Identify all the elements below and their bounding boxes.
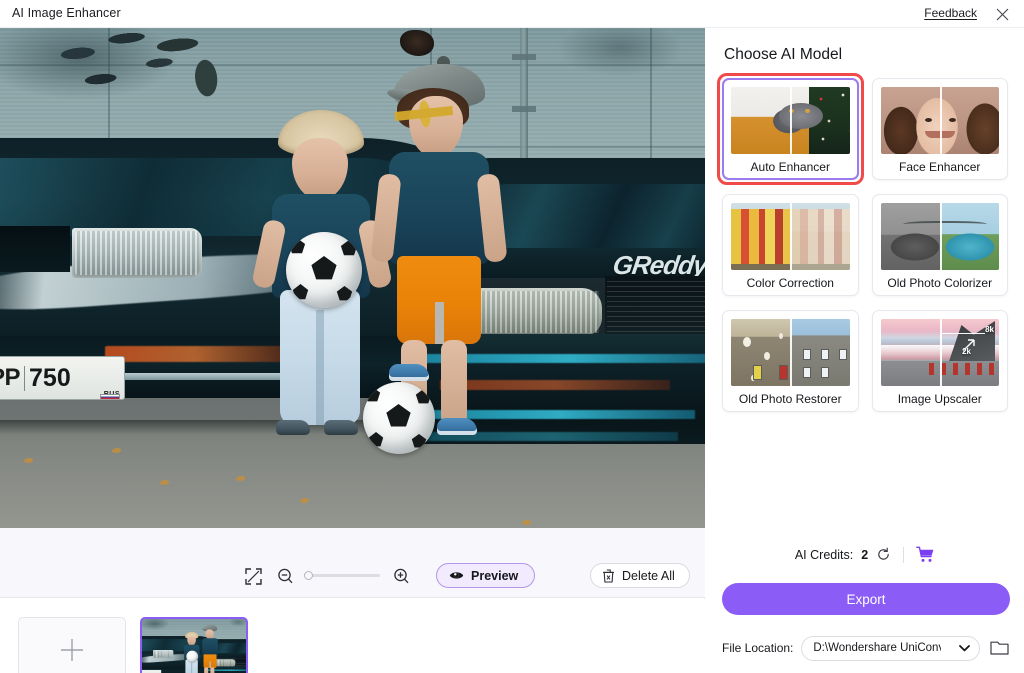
browse-folder-icon[interactable] bbox=[988, 637, 1010, 659]
drain-pipe bbox=[520, 28, 528, 168]
ai-model-panel: Choose AI Model Auto Enhancer Face Enhan… bbox=[706, 28, 1024, 673]
car-left-grille bbox=[0, 226, 70, 272]
file-location-label: File Location: bbox=[722, 641, 794, 655]
model-label-face-enhancer: Face Enhancer bbox=[899, 160, 981, 174]
model-card-image-upscaler[interactable]: 2k 8k Image Upscaler bbox=[871, 310, 1008, 412]
delete-all-button[interactable]: Delete All bbox=[590, 563, 690, 588]
license-plate: PP 750 RUS bbox=[0, 356, 125, 400]
zoom-slider-track[interactable] bbox=[308, 574, 380, 577]
model-thumb-auto-enhancer bbox=[731, 87, 850, 154]
model-thumb-color-correction bbox=[731, 203, 850, 270]
divider bbox=[903, 546, 905, 563]
pipe-bracket bbox=[512, 54, 536, 60]
refresh-icon[interactable] bbox=[876, 547, 891, 562]
model-label-auto-enhancer: Auto Enhancer bbox=[750, 160, 830, 174]
soccer-ball-held bbox=[286, 232, 362, 308]
model-card-auto-enhancer[interactable]: Auto Enhancer bbox=[717, 73, 863, 185]
panel-heading: Choose AI Model bbox=[724, 46, 843, 63]
model-grid: Auto Enhancer Face Enhancer Color Correc… bbox=[717, 73, 1008, 412]
zoom-slider-handle[interactable] bbox=[304, 571, 313, 580]
plate-flag bbox=[100, 394, 120, 399]
plus-icon bbox=[57, 635, 87, 665]
close-icon[interactable] bbox=[986, 3, 1018, 25]
trash-icon bbox=[602, 568, 615, 583]
delete-all-label: Delete All bbox=[622, 568, 675, 583]
upscaler-after-label: 8k bbox=[985, 325, 994, 334]
thumbnail-item-imported-photo[interactable] bbox=[140, 617, 248, 673]
export-button[interactable]: Export bbox=[722, 583, 1010, 615]
window-title: AI Image Enhancer bbox=[12, 6, 121, 20]
feedback-link[interactable]: Feedback bbox=[924, 6, 977, 20]
preview-photo: PP 750 RUS GReddy bbox=[0, 28, 705, 528]
wall-hole bbox=[400, 30, 434, 56]
file-location-select[interactable]: D:\Wondershare UniConv bbox=[801, 635, 980, 661]
model-thumb-face-enhancer bbox=[880, 87, 999, 154]
zoom-out-icon[interactable] bbox=[272, 563, 298, 589]
ai-credits-row: AI Credits: 2 bbox=[706, 546, 1024, 563]
title-bar: AI Image Enhancer Feedback bbox=[0, 0, 1024, 28]
model-card-color-correction[interactable]: Color Correction bbox=[722, 194, 859, 296]
ai-image-enhancer-window: AI Image Enhancer Feedback P 750 GReddy … bbox=[0, 0, 1024, 673]
car-left-headlight bbox=[72, 228, 202, 278]
model-thumb-old-photo-restorer bbox=[731, 319, 850, 386]
model-card-old-photo-colorizer[interactable]: Old Photo Colorizer bbox=[871, 194, 1008, 296]
plate-number: 750 bbox=[24, 365, 71, 391]
chevron-down-icon bbox=[959, 644, 970, 652]
file-location-value: D:\Wondershare UniConv bbox=[813, 642, 942, 654]
shopping-cart-icon[interactable] bbox=[916, 546, 935, 563]
model-label-old-photo-restorer: Old Photo Restorer bbox=[738, 392, 842, 406]
eye-icon bbox=[449, 570, 464, 581]
photo-child-right bbox=[363, 56, 515, 454]
thumbnail-strip bbox=[0, 599, 705, 673]
upscaler-before-label: 2k bbox=[962, 347, 971, 356]
image-preview-canvas[interactable]: PP 750 RUS GReddy bbox=[0, 28, 705, 528]
plate-prefix: PP bbox=[0, 364, 21, 391]
preview-panel: PP 750 RUS GReddy bbox=[0, 28, 705, 673]
ai-credits-value: 2 bbox=[861, 547, 869, 562]
model-thumb-image-upscaler: 2k 8k bbox=[880, 319, 999, 386]
export-button-label: Export bbox=[846, 591, 886, 607]
model-card-old-photo-restorer[interactable]: Old Photo Restorer bbox=[722, 310, 859, 412]
preview-button-label: Preview bbox=[471, 568, 519, 583]
pipe-bracket bbox=[512, 106, 536, 112]
model-label-old-photo-colorizer: Old Photo Colorizer bbox=[887, 276, 993, 290]
model-card-face-enhancer[interactable]: Face Enhancer bbox=[871, 78, 1008, 180]
model-thumb-old-photo-colorizer bbox=[880, 203, 999, 270]
ai-credits-label: AI Credits: bbox=[794, 547, 854, 562]
model-label-image-upscaler: Image Upscaler bbox=[897, 392, 982, 406]
model-label-color-correction: Color Correction bbox=[746, 276, 834, 290]
file-location-row: File Location: D:\Wondershare UniConv bbox=[722, 635, 1010, 661]
fit-to-screen-icon[interactable] bbox=[240, 563, 266, 589]
add-image-button[interactable] bbox=[18, 617, 126, 673]
zoom-in-icon[interactable] bbox=[388, 563, 414, 589]
thumbnail-preview bbox=[142, 619, 246, 673]
preview-button[interactable]: Preview bbox=[436, 563, 536, 588]
soccer-ball-ground bbox=[363, 382, 435, 454]
